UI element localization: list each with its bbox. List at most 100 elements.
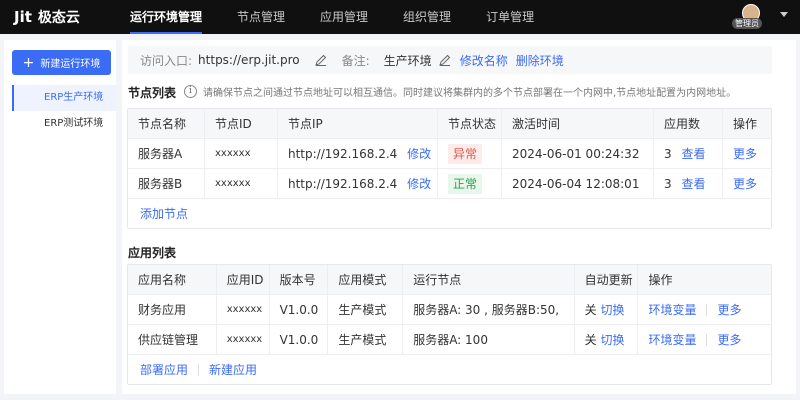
app-mode: 生产模式 bbox=[328, 294, 404, 325]
more-link[interactable]: 更多 bbox=[717, 333, 741, 347]
col-node-status: 节点状态 bbox=[438, 108, 502, 139]
table-row: 服务器B xxxxxx http://192.168.2.4 修改 正常 202… bbox=[128, 168, 771, 199]
status-badge: 异常 bbox=[448, 143, 483, 164]
access-bar: 访问入口: https://erp.jit.pro 备注: 生产环境 修改名称 … bbox=[128, 46, 772, 74]
info-icon: i bbox=[184, 85, 197, 98]
auto-update-value: 关 bbox=[584, 302, 597, 317]
nav-item-org[interactable]: 组织管理 bbox=[403, 0, 451, 34]
run-nodes: 服务器A: 100 bbox=[403, 324, 575, 355]
col-app-id: 应用ID bbox=[217, 264, 270, 295]
delete-env-link[interactable]: 删除环境 bbox=[516, 52, 564, 69]
env-vars-link[interactable]: 环境变量 bbox=[648, 333, 696, 347]
more-link[interactable]: 更多 bbox=[717, 303, 741, 317]
status-badge: 正常 bbox=[448, 173, 483, 194]
col-app-name: 应用名称 bbox=[128, 264, 217, 295]
app-count: 3 bbox=[664, 146, 672, 161]
table-row: 服务器A xxxxxx http://192.168.2.4 修改 异常 202… bbox=[128, 138, 771, 169]
node-name: 服务器A bbox=[128, 138, 205, 169]
top-nav-bar: Jit 极态云 运行环境管理 节点管理 应用管理 组织管理 订单管理 管理员 bbox=[0, 0, 800, 34]
view-link[interactable]: 查看 bbox=[681, 177, 705, 191]
toggle-link[interactable]: 切换 bbox=[600, 333, 624, 347]
app-actions-cell: 环境变量 更多 bbox=[638, 325, 771, 355]
entry-url[interactable]: https://erp.jit.pro bbox=[198, 53, 300, 67]
col-activate-time: 激活时间 bbox=[502, 108, 654, 139]
node-hint: i 请确保节点之间通过节点地址可以相互通信。同时建议将集群内的多个节点部署在一个… bbox=[184, 84, 736, 99]
new-app-link[interactable]: 新建应用 bbox=[209, 361, 257, 378]
node-table-footer: 添加节点 bbox=[128, 199, 771, 228]
more-link[interactable]: 更多 bbox=[723, 139, 771, 169]
logo-text: 极态云 bbox=[37, 10, 80, 26]
sidebar-item-erp-test[interactable]: ERP测试环境 bbox=[12, 111, 116, 137]
node-name: 服务器B bbox=[128, 168, 205, 199]
logo-mark: Jit bbox=[14, 8, 32, 26]
edit-note-icon[interactable] bbox=[438, 53, 452, 67]
nav-item-apps[interactable]: 应用管理 bbox=[320, 0, 368, 34]
app-table: 应用名称 应用ID 版本号 应用模式 运行节点 自动更新 操作 财务应用 xxx… bbox=[127, 264, 772, 385]
avatar[interactable]: 管理员 bbox=[732, 4, 766, 30]
node-table: 节点名称 节点ID 节点IP 节点状态 激活时间 应用数 操作 服务器A xxx… bbox=[127, 108, 772, 229]
main-nav: 运行环境管理 节点管理 应用管理 组织管理 订单管理 bbox=[130, 0, 569, 34]
col-app-actions: 操作 bbox=[648, 272, 673, 287]
app-mode: 生产模式 bbox=[328, 324, 404, 355]
role-badge: 管理员 bbox=[732, 18, 762, 29]
node-ip-cell: http://192.168.2.4 修改 bbox=[278, 138, 438, 169]
toggle-link[interactable]: 切换 bbox=[600, 303, 624, 317]
node-status-cell: 异常 bbox=[438, 138, 502, 169]
table-row: 供应链管理 xxxxxx V1.0.0 生产模式 服务器A: 100 关 切换 … bbox=[128, 324, 771, 355]
new-env-label: 新建运行环境 bbox=[40, 59, 101, 70]
sidebar-item-erp-prod[interactable]: ERP生产环境 bbox=[12, 85, 116, 111]
logo[interactable]: Jit 极态云 bbox=[14, 7, 104, 27]
plus-icon: + bbox=[22, 54, 35, 71]
chevron-down-icon[interactable] bbox=[780, 12, 788, 17]
nav-item-orders[interactable]: 订单管理 bbox=[486, 0, 534, 34]
activate-time: 2024-06-01 00:24:32 bbox=[502, 138, 654, 169]
col-auto-update: 自动更新 bbox=[575, 264, 639, 295]
app-name: 财务应用 bbox=[128, 294, 217, 325]
note-label: 备注: bbox=[341, 53, 370, 68]
app-version: V1.0.0 bbox=[270, 324, 329, 355]
auto-update-cell: 关 切换 bbox=[575, 294, 639, 325]
auto-update-value: 关 bbox=[584, 332, 597, 347]
col-actions: 操作 bbox=[733, 116, 758, 131]
main-panel: 访问入口: https://erp.jit.pro 备注: 生产环境 修改名称 … bbox=[122, 40, 796, 394]
edit-ip-link[interactable]: 修改 bbox=[407, 147, 431, 161]
divider bbox=[706, 304, 708, 316]
node-hint-text: 请确保节点之间通过节点地址可以相互通信。同时建议将集群内的多个节点部署在一个内网… bbox=[203, 88, 737, 99]
deploy-app-link[interactable]: 部署应用 bbox=[140, 361, 188, 378]
app-table-header: 应用名称 应用ID 版本号 应用模式 运行节点 自动更新 操作 bbox=[128, 264, 771, 295]
app-id: xxxxxx bbox=[217, 324, 270, 355]
col-node-ip: 节点IP bbox=[278, 108, 438, 139]
node-ip: http://192.168.2.4 bbox=[288, 176, 398, 191]
edit-ip-link[interactable]: 修改 bbox=[407, 177, 431, 191]
app-version: V1.0.0 bbox=[270, 294, 329, 325]
app-count-cell: 3 查看 bbox=[654, 138, 723, 169]
more-link[interactable]: 更多 bbox=[723, 169, 771, 199]
nav-item-env[interactable]: 运行环境管理 bbox=[130, 0, 203, 34]
add-node-link[interactable]: 添加节点 bbox=[140, 205, 188, 222]
col-version: 版本号 bbox=[270, 264, 329, 295]
nav-item-nodes[interactable]: 节点管理 bbox=[237, 0, 285, 34]
divider bbox=[198, 363, 200, 376]
node-id: xxxxxx bbox=[205, 168, 278, 199]
node-ip-cell: http://192.168.2.4 修改 bbox=[278, 168, 438, 199]
col-app-mode: 应用模式 bbox=[328, 264, 404, 295]
env-vars-link[interactable]: 环境变量 bbox=[648, 303, 696, 317]
rename-link[interactable]: 修改名称 bbox=[460, 52, 508, 69]
auto-update-cell: 关 切换 bbox=[575, 324, 639, 355]
app-actions-cell: 环境变量 更多 bbox=[638, 295, 771, 325]
app-table-footer: 部署应用 新建应用 bbox=[128, 355, 771, 384]
activate-time: 2024-06-04 12:08:01 bbox=[502, 168, 654, 199]
new-env-button[interactable]: + 新建运行环境 bbox=[12, 50, 111, 75]
node-ip: http://192.168.2.4 bbox=[288, 146, 398, 161]
node-list-title: 节点列表 bbox=[128, 86, 177, 100]
node-id: xxxxxx bbox=[205, 138, 278, 169]
app-count: 3 bbox=[664, 176, 672, 191]
table-row: 财务应用 xxxxxx V1.0.0 生产模式 服务器A: 30 , 服务器B:… bbox=[128, 294, 771, 325]
run-nodes: 服务器A: 30 , 服务器B:50, bbox=[403, 294, 575, 325]
edit-icon[interactable] bbox=[314, 53, 328, 67]
sidebar: + 新建运行环境 ERP生产环境 ERP测试环境 bbox=[4, 40, 116, 394]
view-link[interactable]: 查看 bbox=[681, 147, 705, 161]
app-name: 供应链管理 bbox=[128, 324, 217, 355]
col-app-count: 应用数 bbox=[654, 108, 723, 139]
col-node-name: 节点名称 bbox=[128, 108, 205, 139]
